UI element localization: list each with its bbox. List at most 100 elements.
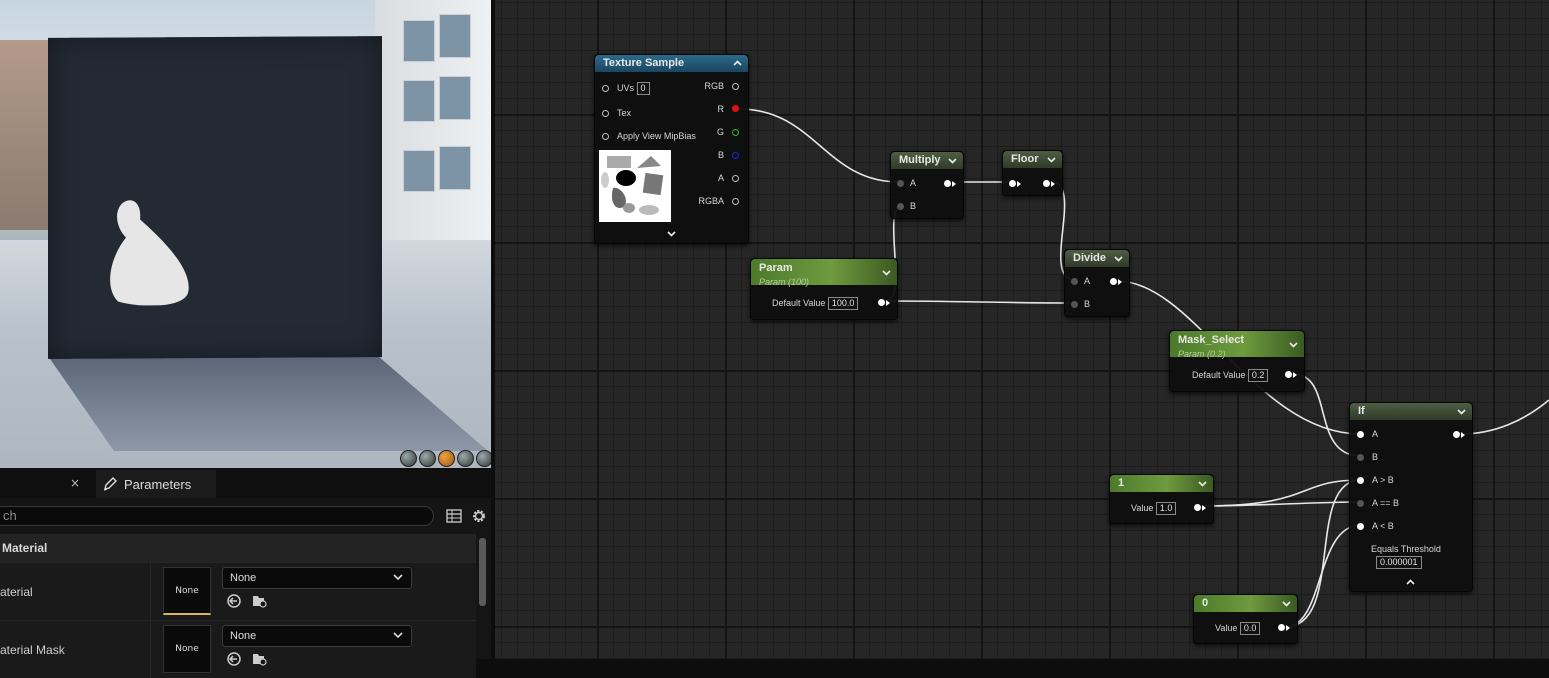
node-title: Mask_Select bbox=[1178, 334, 1245, 346]
pin-label: B bbox=[1084, 299, 1091, 309]
value-row: Value 0.0 bbox=[1215, 622, 1261, 635]
node-if[interactable]: If A B A > B A == B A < B Equals Thresho… bbox=[1349, 402, 1473, 592]
chevron-down-icon[interactable] bbox=[1114, 254, 1123, 263]
pin-in-a-eq-b[interactable] bbox=[1357, 500, 1364, 507]
pin-tex[interactable] bbox=[602, 110, 609, 117]
property-row-material: aterial None None bbox=[0, 562, 476, 620]
chevron-down-icon[interactable] bbox=[948, 156, 957, 165]
gear-icon[interactable] bbox=[470, 507, 488, 525]
pin-out-rgb[interactable] bbox=[732, 83, 739, 90]
pin-label: Value bbox=[1131, 503, 1154, 513]
pin-in-a-gt-b[interactable] bbox=[1357, 477, 1364, 484]
pin-out-g[interactable] bbox=[732, 129, 739, 136]
pin-out[interactable] bbox=[1278, 624, 1285, 631]
node-floor[interactable]: Floor bbox=[1002, 150, 1063, 196]
asset-picker-combo[interactable]: None bbox=[222, 567, 412, 589]
node-subtitle: Param (0.2) bbox=[1178, 349, 1226, 359]
material-graph-canvas[interactable]: Texture Sample UVs 0 Tex Apply View MipB… bbox=[495, 0, 1549, 659]
pin-label: B bbox=[717, 150, 724, 160]
sphere-preview-button[interactable] bbox=[419, 450, 436, 467]
building-window bbox=[403, 20, 435, 62]
threshold-value-box[interactable]: 0.000001 bbox=[1376, 556, 1422, 569]
chevron-down-icon[interactable] bbox=[1457, 407, 1466, 416]
chevron-down-icon[interactable] bbox=[1198, 479, 1207, 488]
cylinder-preview-button[interactable] bbox=[400, 450, 417, 467]
pin-label: Default Value bbox=[1192, 370, 1246, 380]
chevron-down-icon[interactable] bbox=[882, 268, 891, 277]
pin-label: A bbox=[717, 173, 724, 183]
pin-out-rgba[interactable] bbox=[732, 198, 739, 205]
building-window bbox=[403, 80, 435, 122]
chevron-up-icon[interactable] bbox=[733, 59, 742, 68]
value-box[interactable]: 1.0 bbox=[1155, 502, 1177, 515]
tab-parameters[interactable]: Parameters bbox=[96, 470, 216, 498]
pin-in-b[interactable] bbox=[1071, 301, 1078, 308]
pin-in-a-lt-b[interactable] bbox=[1357, 523, 1364, 530]
node-mask-select[interactable]: Mask_Select Param (0.2) Default Value 0.… bbox=[1169, 330, 1305, 392]
asset-actions bbox=[226, 593, 268, 609]
property-row-material-mask: aterial Mask None None bbox=[0, 620, 476, 678]
pin-out[interactable] bbox=[1285, 371, 1292, 378]
node-param[interactable]: Param Param (100) Default Value 100.0 bbox=[750, 258, 898, 320]
default-value-box[interactable]: 0.2 bbox=[1247, 369, 1269, 382]
texture-thumbnail[interactable] bbox=[599, 150, 671, 222]
cube-preview-button[interactable] bbox=[457, 450, 474, 467]
node-constant-one[interactable]: 1 Value 1.0 bbox=[1109, 474, 1214, 524]
asset-actions bbox=[226, 651, 268, 667]
chevron-down-icon[interactable] bbox=[1282, 599, 1291, 608]
browse-folder-icon[interactable] bbox=[252, 651, 268, 667]
details-scrollbar[interactable] bbox=[479, 538, 486, 606]
node-texture-sample[interactable]: Texture Sample UVs 0 Tex Apply View MipB… bbox=[594, 54, 749, 244]
pin-in-a[interactable] bbox=[1357, 431, 1364, 438]
pin-in-a[interactable] bbox=[897, 180, 904, 187]
pin-in-b[interactable] bbox=[897, 203, 904, 210]
pin-label: Default Value bbox=[772, 298, 826, 308]
node-multiply[interactable]: Multiply A B bbox=[890, 151, 964, 219]
building-window bbox=[439, 14, 471, 58]
node-header: If bbox=[1350, 403, 1472, 420]
chevron-down-icon[interactable] bbox=[1289, 340, 1298, 349]
close-tab-icon[interactable]: × bbox=[70, 476, 80, 490]
pin-out[interactable] bbox=[1043, 180, 1050, 187]
pin-out[interactable] bbox=[1194, 504, 1201, 511]
asset-thumbnail[interactable]: None bbox=[163, 625, 211, 673]
pin-out[interactable] bbox=[1110, 278, 1117, 285]
pin-in-a[interactable] bbox=[1071, 278, 1078, 285]
asset-picker-combo[interactable]: None bbox=[222, 625, 412, 647]
browse-folder-icon[interactable] bbox=[252, 593, 268, 609]
search-input[interactable]: ch bbox=[0, 506, 434, 526]
material-preview-viewport[interactable] bbox=[0, 0, 491, 468]
table-view-icon[interactable] bbox=[446, 508, 462, 524]
pin-out[interactable] bbox=[878, 299, 885, 306]
chevron-down-icon[interactable] bbox=[1047, 155, 1056, 164]
combo-value: None bbox=[230, 572, 257, 584]
tab-parameters-label: Parameters bbox=[124, 476, 192, 492]
wire-param-to-divide-b bbox=[884, 300, 1076, 304]
pin-out[interactable] bbox=[1453, 431, 1460, 438]
category-header[interactable]: Material bbox=[0, 534, 476, 562]
node-constant-zero[interactable]: 0 Value 0.0 bbox=[1193, 594, 1298, 644]
uvs-value-box[interactable]: 0 bbox=[636, 82, 650, 95]
use-selected-arrow-icon[interactable] bbox=[226, 593, 242, 609]
pin-out[interactable] bbox=[944, 180, 951, 187]
use-selected-arrow-icon[interactable] bbox=[226, 651, 242, 667]
pin-mipbias[interactable] bbox=[602, 133, 609, 140]
chevron-down-icon[interactable] bbox=[667, 229, 676, 238]
pin-out-a[interactable] bbox=[732, 175, 739, 182]
value-box[interactable]: 0.0 bbox=[1239, 622, 1261, 635]
wire-r-to-multiply-a bbox=[738, 108, 900, 183]
pin-out-b[interactable] bbox=[732, 152, 739, 159]
chevron-up-icon[interactable] bbox=[1406, 578, 1415, 587]
asset-thumbnail[interactable]: None bbox=[163, 567, 211, 615]
default-value-box[interactable]: 100.0 bbox=[827, 297, 859, 310]
preview-mesh-toolbar bbox=[400, 450, 491, 467]
pin-label: Equals Threshold bbox=[1371, 544, 1441, 554]
pin-uvs[interactable] bbox=[602, 85, 609, 92]
plane-preview-button[interactable] bbox=[438, 450, 455, 467]
custom-mesh-preview-button[interactable] bbox=[476, 450, 491, 467]
default-value-row: Default Value 0.2 bbox=[1192, 369, 1269, 382]
pin-out-r[interactable] bbox=[732, 105, 739, 112]
pin-in-b[interactable] bbox=[1357, 454, 1364, 461]
pin-in[interactable] bbox=[1009, 180, 1016, 187]
node-divide[interactable]: Divide A B bbox=[1064, 249, 1130, 317]
